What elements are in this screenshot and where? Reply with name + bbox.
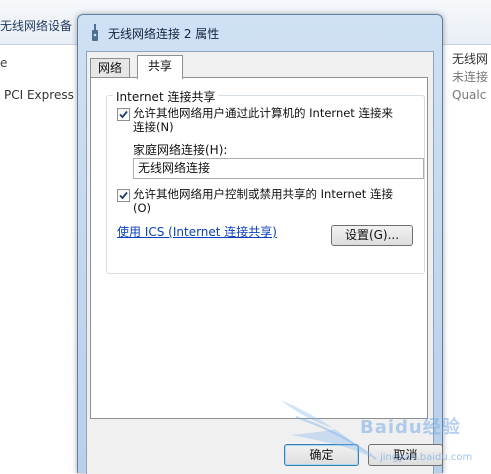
background-right-column: 无线网 未连接 Qualc <box>452 50 491 104</box>
tab-network[interactable]: 网络 <box>90 58 131 78</box>
home-network-field[interactable]: 无线网络连接 <box>133 158 424 179</box>
background-right-item-0: 无线网 <box>452 52 489 66</box>
background-right-item-2: Qualc <box>452 88 487 102</box>
background-right-item-1: 未连接 <box>452 70 489 84</box>
allow-connect-checkbox[interactable] <box>117 108 130 121</box>
watermark-text: Baidu经验 <box>360 417 461 438</box>
allow-control-label[interactable]: 允许其他网络用户控制或禁用共享的 Internet 连接(O) <box>133 187 403 215</box>
dialog-titlebar[interactable]: 无线网络连接 2 属性 <box>78 15 442 49</box>
home-network-label: 家庭网络连接(H): <box>133 143 228 157</box>
background-window-title: 无线网络设备 <box>0 19 73 33</box>
allow-connect-label[interactable]: 允许其他网络用户通过此计算机的 Internet 连接来连接(N) <box>133 106 403 134</box>
tab-sharing[interactable]: 共享 <box>137 55 184 79</box>
allow-control-checkbox[interactable] <box>117 189 130 202</box>
ics-groupbox: Internet 连接共享 允许其他网络用户通过此计算机的 Internet 连… <box>106 88 425 274</box>
background-left-fragment: e <box>0 56 8 70</box>
wireless-adapter-icon <box>88 24 102 42</box>
ics-group-label: Internet 连接共享 <box>113 88 219 105</box>
ics-help-link[interactable]: 使用 ICS (Internet 连接共享) <box>117 223 277 240</box>
background-adapter-name: PCI Express <box>4 88 74 102</box>
settings-button[interactable]: 设置(G)... <box>331 225 413 246</box>
watermark-url: jingyan.baidu.com <box>380 452 473 463</box>
checkmark-icon <box>119 191 128 200</box>
sharing-tab-panel: Internet 连接共享 允许其他网络用户通过此计算机的 Internet 连… <box>90 77 428 419</box>
checkmark-icon <box>119 110 128 119</box>
dialog-title: 无线网络连接 2 属性 <box>108 27 220 41</box>
